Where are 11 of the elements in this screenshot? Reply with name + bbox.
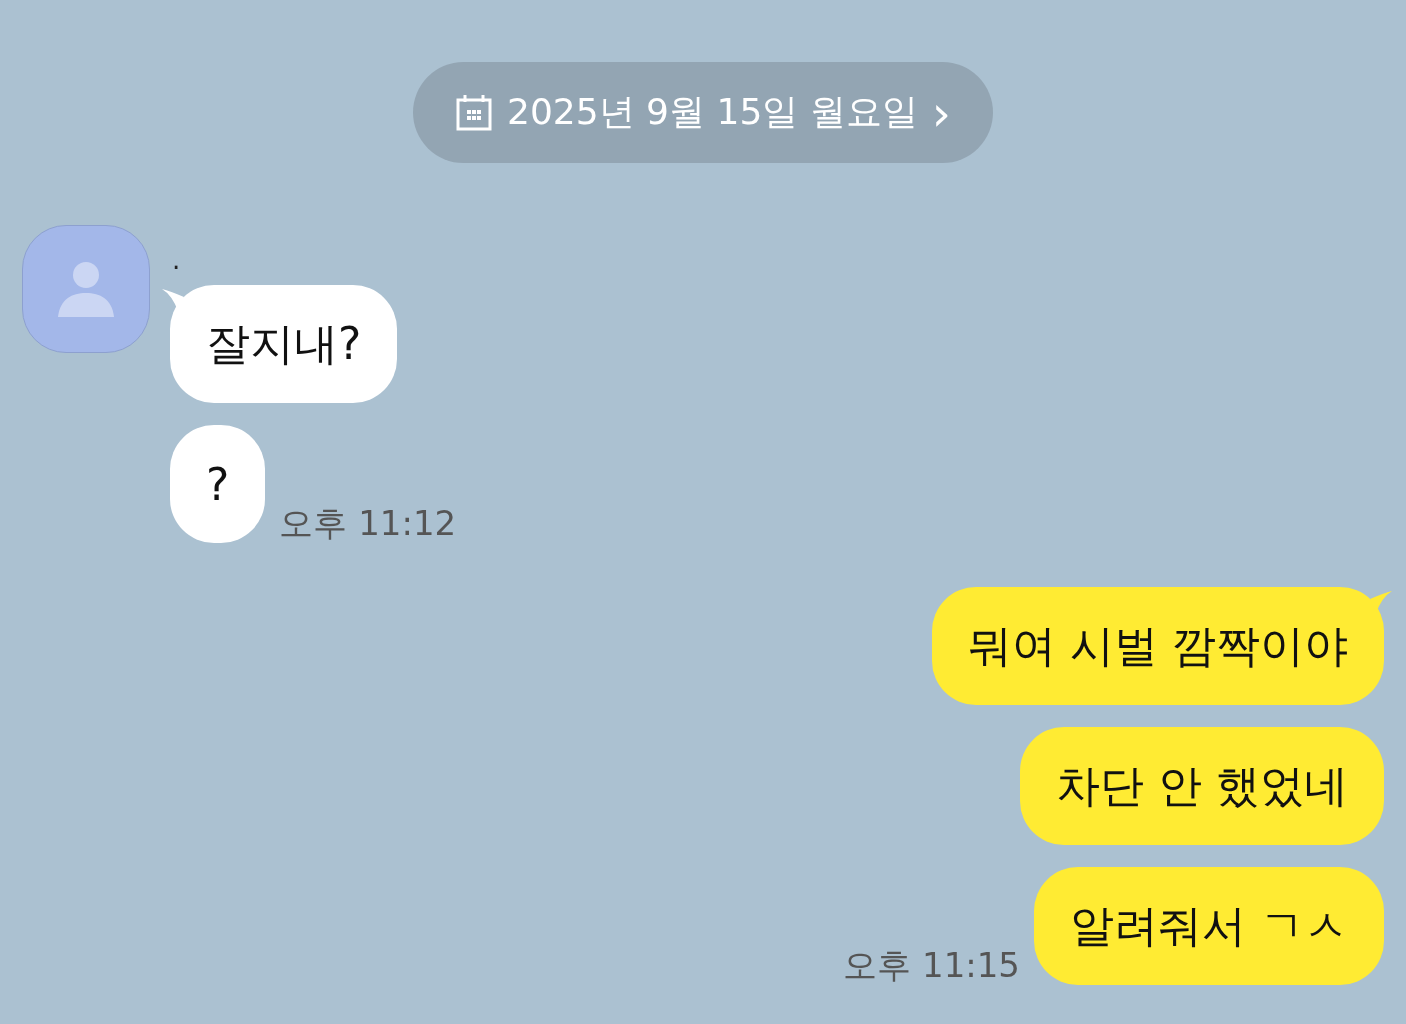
- calendar-icon: [455, 93, 494, 132]
- message-bubble: ?: [170, 425, 266, 543]
- chevron-icon: ›: [931, 88, 951, 137]
- timestamp: 오후 11:12: [279, 502, 457, 545]
- sender-name: .: [172, 245, 182, 275]
- date-divider[interactable]: 2025년 9월 15일 월요일 ›: [413, 62, 993, 163]
- message-bubble: 차단 안 했었네: [1020, 727, 1384, 845]
- person-icon: [58, 261, 114, 317]
- message-bubble: 알려줘서 ㄱㅅ: [1034, 867, 1384, 985]
- date-text: 2025년 9월 15일 월요일: [507, 90, 918, 134]
- timestamp: 오후 11:15: [843, 944, 1020, 987]
